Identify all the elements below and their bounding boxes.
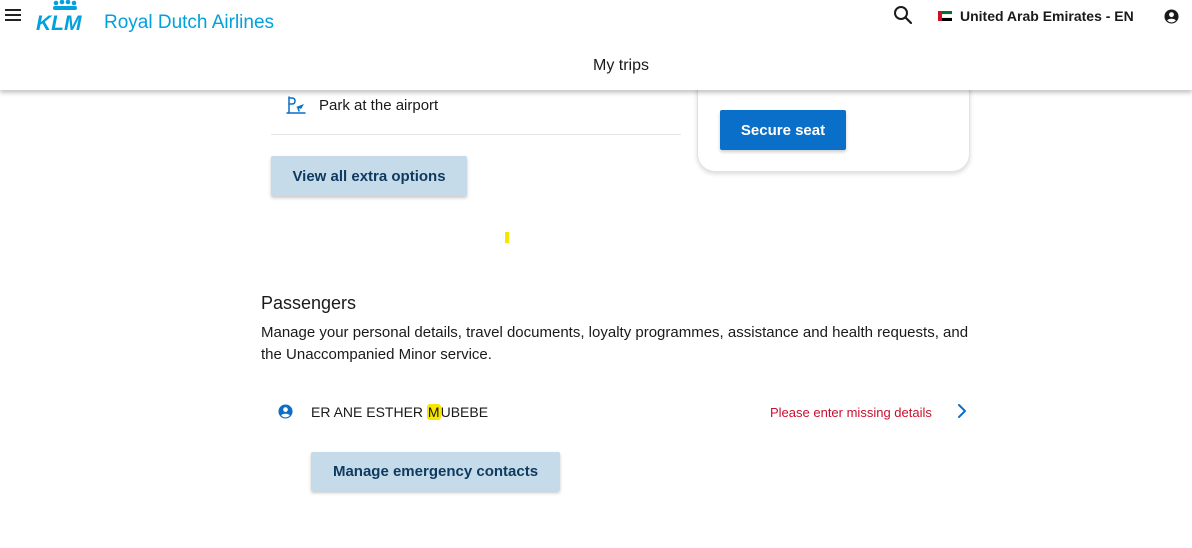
account-icon[interactable]	[1164, 9, 1179, 24]
passengers-heading: Passengers	[261, 293, 357, 313]
locale-selector[interactable]: United Arab Emirates - EN	[938, 8, 1134, 24]
passenger-name-part: UBEBE	[440, 404, 489, 420]
site-header: KLM Royal Dutch Airlines United Arab Emi…	[0, 0, 1192, 90]
secure-seat-button[interactable]: Secure seat	[720, 110, 846, 150]
menu-icon[interactable]	[5, 9, 21, 21]
passenger-avatar-icon	[278, 404, 293, 419]
parking-icon	[286, 96, 306, 114]
divider	[271, 134, 681, 135]
brand-name: Royal Dutch Airlines	[104, 12, 275, 33]
passengers-description: Manage your personal details, travel doc…	[261, 324, 969, 363]
klm-logo[interactable]: KLM	[36, 0, 98, 32]
manage-emergency-contacts-button[interactable]: Manage emergency contacts	[311, 452, 560, 491]
search-icon[interactable]	[893, 5, 913, 25]
passenger-name: ER ANE ESTHER MUBEBE	[311, 404, 488, 420]
chevron-right-icon[interactable]	[955, 403, 969, 419]
missing-details-status: Please enter missing details	[770, 405, 932, 420]
locale-label: United Arab Emirates - EN	[960, 8, 1134, 24]
passenger-row[interactable]: ER ANE ESTHER MUBEBE Please enter missin…	[271, 396, 971, 428]
search-highlight: M	[426, 404, 441, 420]
view-all-extras-button[interactable]: View all extra options	[271, 156, 467, 196]
klm-logo-text: KLM	[36, 12, 82, 32]
page-title: My trips	[593, 57, 649, 74]
uae-flag-icon	[938, 11, 952, 22]
extra-option-parking[interactable]: Park at the airport	[286, 95, 438, 115]
extra-option-label: Park at the airport	[319, 96, 439, 114]
text-cursor-marker	[505, 232, 509, 243]
passenger-name-part: ER ANE ESTHER	[311, 404, 427, 420]
